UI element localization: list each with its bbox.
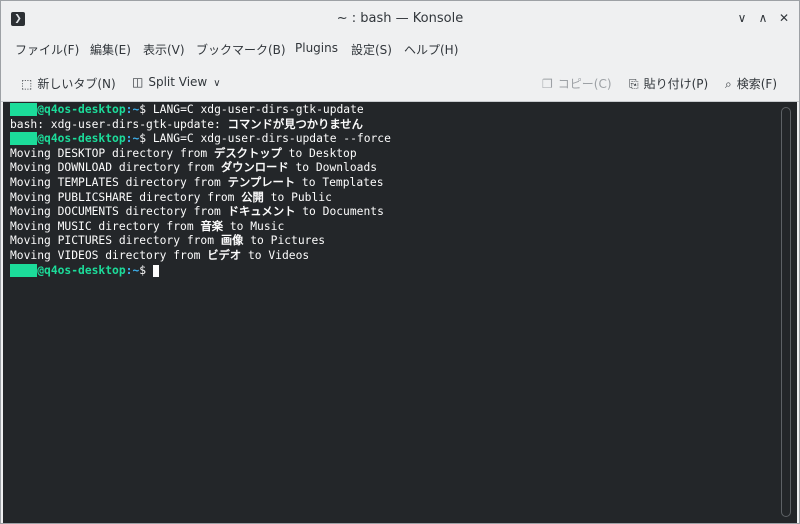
output-line: Moving PUBLICSHARE directory from 公開 to … xyxy=(10,191,391,206)
text-cursor xyxy=(152,264,159,277)
split-view-icon: ◫ xyxy=(132,75,144,89)
menu-file[interactable]: ファイル(F) xyxy=(15,41,79,58)
find-button[interactable]: ⌕ 検索(F) xyxy=(725,75,777,92)
output-text: Moving PUBLICSHARE directory from xyxy=(10,190,242,204)
find-label: 検索(F) xyxy=(736,77,778,91)
close-icon[interactable]: ✕ xyxy=(776,10,792,26)
chevron-down-icon: ∨ xyxy=(213,78,221,89)
output-jp-dirname: 画像 xyxy=(220,234,244,248)
output-text: to Templates xyxy=(295,175,384,189)
copy-label: コピー(C) xyxy=(557,77,612,91)
copy-icon: ❐ xyxy=(542,77,553,91)
output-text: Moving TEMPLATES directory from xyxy=(10,175,228,189)
output-text: to Documents xyxy=(295,205,384,219)
output-text: Moving VIDEOS directory from xyxy=(10,248,208,262)
output-text: Moving DOWNLOAD directory from xyxy=(10,161,221,175)
menu-settings[interactable]: 設定(S) xyxy=(351,41,392,58)
output-text: to Pictures xyxy=(243,234,326,248)
error-prefix: bash: xdg-user-dirs-gtk-update: xyxy=(10,117,228,131)
prompt-user: xxxx xyxy=(10,103,38,116)
prompt-symbol: $ xyxy=(139,263,147,277)
output-line: Moving TEMPLATES directory from テンプレート t… xyxy=(10,176,391,191)
paste-button[interactable]: ⎘ 貼り付け(P) xyxy=(629,75,708,92)
prompt-path: :~ xyxy=(125,103,140,116)
output-jp-dirname: ドキュメント xyxy=(227,205,296,219)
prompt-path: :~ xyxy=(125,263,140,277)
output-line: Moving DOWNLOAD directory from ダウンロード to… xyxy=(10,161,391,176)
copy-button[interactable]: ❐ コピー(C) xyxy=(542,75,612,92)
output-text: Moving DESKTOP directory from xyxy=(10,146,215,160)
prompt-user: xxxx xyxy=(10,263,38,277)
window-title: ~ : bash — Konsole xyxy=(336,11,464,26)
prompt-user: xxxx xyxy=(10,132,38,146)
output-line: Moving DOCUMENTS directory from ドキュメント t… xyxy=(10,205,391,220)
terminal-line: xxxx@q4os-desktop:~$ xyxy=(10,263,391,279)
output-text: to Public xyxy=(263,190,332,204)
output-jp-dirname: 音楽 xyxy=(200,219,224,233)
terminal-line: bash: xdg-user-dirs-gtk-update: コマンドが見つか… xyxy=(10,118,391,133)
output-text: to Desktop xyxy=(281,146,357,160)
menu-bookmarks[interactable]: ブックマーク(B) xyxy=(196,41,286,58)
search-icon: ⌕ xyxy=(725,77,732,91)
paste-label: 貼り付け(P) xyxy=(643,77,709,91)
vertical-scrollbar[interactable] xyxy=(781,107,791,517)
output-jp-dirname: ビデオ xyxy=(207,248,242,262)
output-jp-dirname: 公開 xyxy=(241,190,264,204)
konsole-window: ❯ ~ : bash — Konsole ∨ ∧ ✕ ファイル(F) 編集(E)… xyxy=(0,0,800,524)
output-line: Moving VIDEOS directory from ビデオ to Vide… xyxy=(10,249,391,264)
output-jp-dirname: ダウンロード xyxy=(220,161,289,175)
terminal-line: xxxx@q4os-desktop:~$ LANG=C xdg-user-dir… xyxy=(10,103,391,118)
title-bar[interactable]: ❯ ~ : bash — Konsole ∨ ∧ ✕ xyxy=(1,1,799,35)
terminal-view[interactable]: xxxx@q4os-desktop:~$ LANG=C xdg-user-dir… xyxy=(3,102,797,523)
output-text: Moving MUSIC directory from xyxy=(10,219,201,233)
menu-view[interactable]: 表示(V) xyxy=(143,41,185,58)
toolbar: ⬚ 新しいタブ(N) ◫ Split View ∨ ❐ コピー(C) ⎘ 貼り付け(P) … xyxy=(1,65,799,102)
output-jp-dirname: テンプレート xyxy=(227,175,296,189)
output-jp-dirname: デスクトップ xyxy=(214,146,282,160)
split-view-label: Split View xyxy=(148,75,208,89)
menu-plugins[interactable]: Plugins xyxy=(295,41,338,55)
menu-help[interactable]: ヘルプ(H) xyxy=(404,41,458,58)
prompt-host: @q4os-desktop xyxy=(37,103,126,116)
output-line: Moving PICTURES directory from 画像 to Pic… xyxy=(10,234,391,249)
prompt-host: @q4os-desktop xyxy=(37,132,126,146)
prompt-host: @q4os-desktop xyxy=(37,263,126,277)
command-text: LANG=C xdg-user-dirs-update --force xyxy=(146,132,391,146)
prompt-path: :~ xyxy=(125,132,140,146)
maximize-icon[interactable]: ∧ xyxy=(755,10,771,26)
split-view-button[interactable]: ◫ Split View ∨ xyxy=(132,75,221,89)
output-text: to Music xyxy=(223,219,285,233)
output-text: Moving DOCUMENTS directory from xyxy=(10,205,228,219)
menu-edit[interactable]: 編集(E) xyxy=(90,41,131,58)
command-text: LANG=C xdg-user-dirs-gtk-update xyxy=(146,103,364,116)
new-tab-button[interactable]: ⬚ 新しいタブ(N) xyxy=(21,75,116,92)
error-message: コマンドが見つかりません xyxy=(227,117,363,131)
minimize-icon[interactable]: ∨ xyxy=(734,10,750,26)
terminal-line: xxxx@q4os-desktop:~$ LANG=C xdg-user-dir… xyxy=(10,132,391,147)
output-text: to Videos xyxy=(241,248,310,262)
new-tab-icon: ⬚ xyxy=(21,77,33,91)
menu-bar: ファイル(F) 編集(E) 表示(V) ブックマーク(B) Plugins 設定… xyxy=(1,37,799,61)
paste-icon: ⎘ xyxy=(629,77,639,91)
output-text: to Downloads xyxy=(288,161,378,175)
output-line: Moving DESKTOP directory from デスクトップ to … xyxy=(10,147,391,162)
output-text: Moving PICTURES directory from xyxy=(10,234,221,248)
new-tab-label: 新しいタブ(N) xyxy=(37,77,116,91)
output-line: Moving MUSIC directory from 音楽 to Music xyxy=(10,220,391,235)
